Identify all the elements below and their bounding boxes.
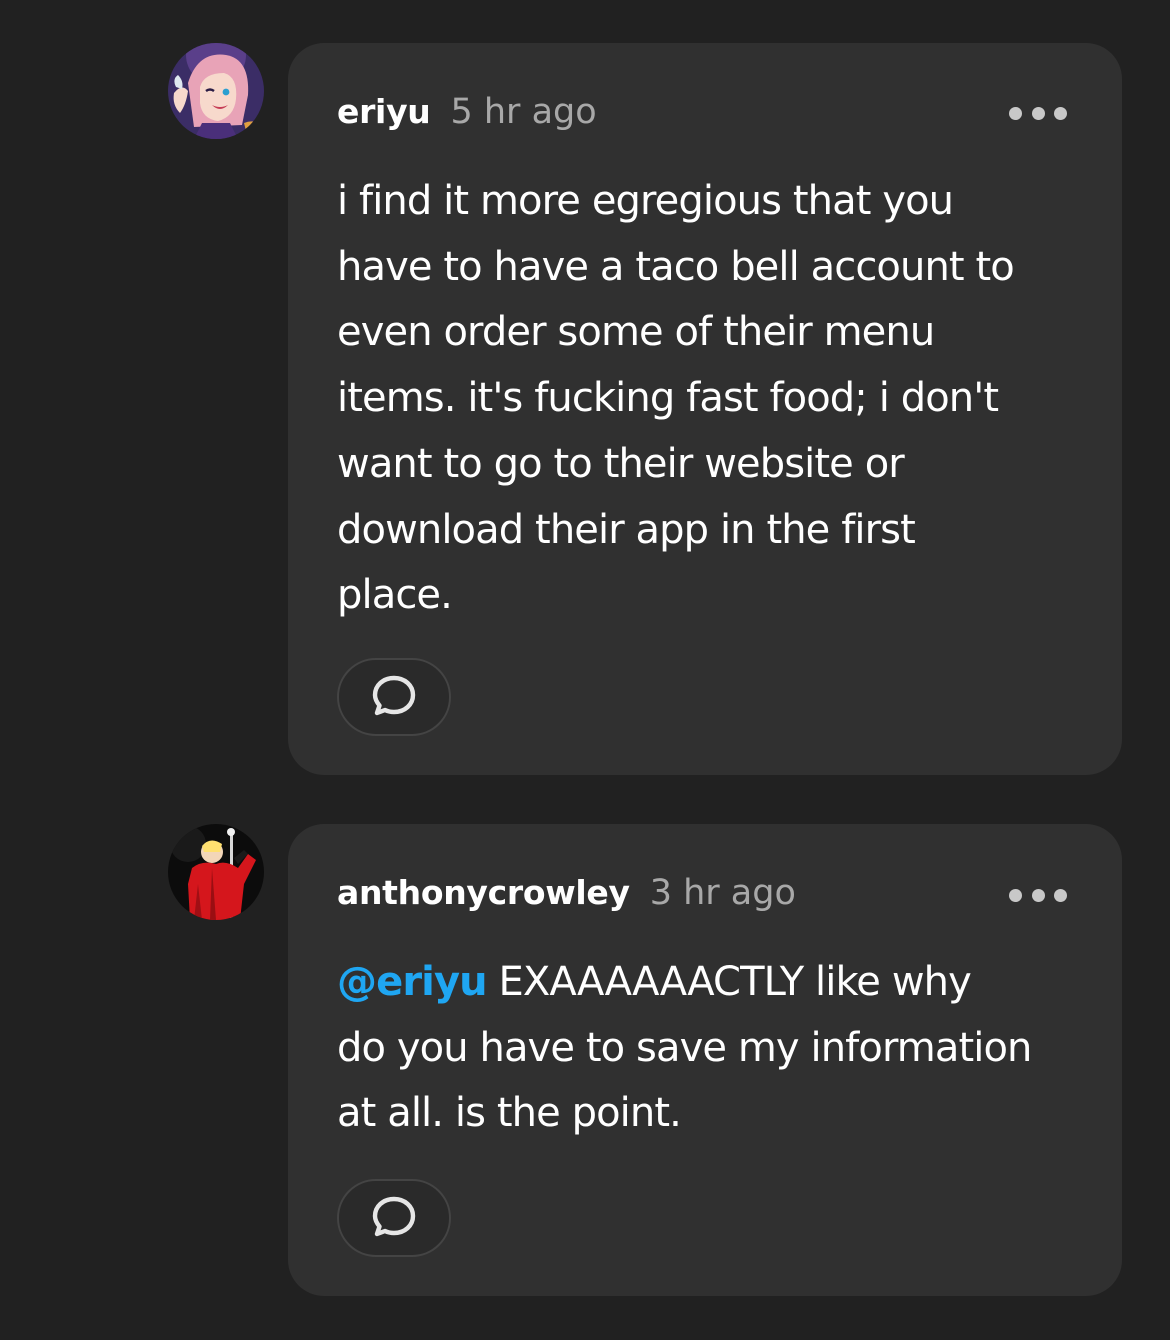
timestamp: 3 hr ago	[649, 873, 796, 913]
more-horizontal-icon	[1031, 106, 1045, 120]
comment-text-fragment: EXAAAAAACTLY like why	[486, 959, 972, 1005]
comment-header: anthonycrowley 3 hr ago	[337, 873, 796, 913]
more-options-button[interactable]	[1009, 105, 1067, 121]
comment-text-line: have to have a taco bell account to	[337, 243, 1015, 290]
more-horizontal-icon	[1009, 106, 1022, 120]
anime-girl-avatar-icon	[168, 43, 264, 139]
comment-text-line: i find it more egregious that you	[337, 178, 954, 224]
timestamp: 5 hr ago	[450, 92, 597, 132]
comment-text-line: do you have to save my information	[337, 1024, 1032, 1071]
comment-text-line: at all. is the point.	[337, 1090, 682, 1137]
comment-text-line: place.	[337, 572, 453, 619]
comment-item: eriyu 5 hr ago i find it more egregious …	[0, 0, 1170, 800]
reply-button[interactable]	[337, 1179, 451, 1257]
comment-text-line: items. it's fucking fast food; i don't	[337, 375, 999, 422]
comment-text: i find it more egregious that you have t…	[337, 169, 1097, 629]
reply-bubble-icon	[372, 675, 416, 716]
user-avatar-anthonycrowley[interactable]	[168, 824, 264, 920]
more-horizontal-icon	[1009, 888, 1022, 902]
comment-thread: eriyu 5 hr ago i find it more egregious …	[0, 0, 1170, 1340]
more-horizontal-icon	[1054, 888, 1067, 902]
comment-header: eriyu 5 hr ago	[337, 92, 597, 132]
comment-text-line: @eriyu EXAAAAAACTLY like why	[337, 950, 1097, 1016]
red-coat-figure-avatar-icon	[168, 824, 264, 920]
user-mention-link[interactable]: @eriyu	[337, 959, 488, 1005]
comment-text-line: even order some of their menu	[337, 309, 935, 356]
reply-bubble-icon	[372, 1196, 416, 1237]
reply-button[interactable]	[337, 658, 451, 736]
user-avatar-eriyu[interactable]	[168, 43, 264, 139]
more-horizontal-icon	[1031, 888, 1045, 902]
comment-text-line: want to go to their website or	[337, 440, 905, 487]
comment-item: anthonycrowley 3 hr ago @eriyu EXAAAAAAC…	[0, 800, 1170, 1340]
more-options-button[interactable]	[1009, 887, 1067, 903]
more-horizontal-icon	[1054, 106, 1067, 120]
username[interactable]: anthonycrowley	[337, 873, 630, 912]
comment-bubble: anthonycrowley 3 hr ago @eriyu EXAAAAAAC…	[288, 824, 1122, 1296]
comment-text-line: download their app in the first	[337, 506, 916, 553]
comment-text: @eriyu EXAAAAAACTLY like why do you have…	[337, 950, 1097, 1147]
comment-bubble: eriyu 5 hr ago i find it more egregious …	[288, 43, 1122, 775]
username[interactable]: eriyu	[337, 92, 431, 131]
